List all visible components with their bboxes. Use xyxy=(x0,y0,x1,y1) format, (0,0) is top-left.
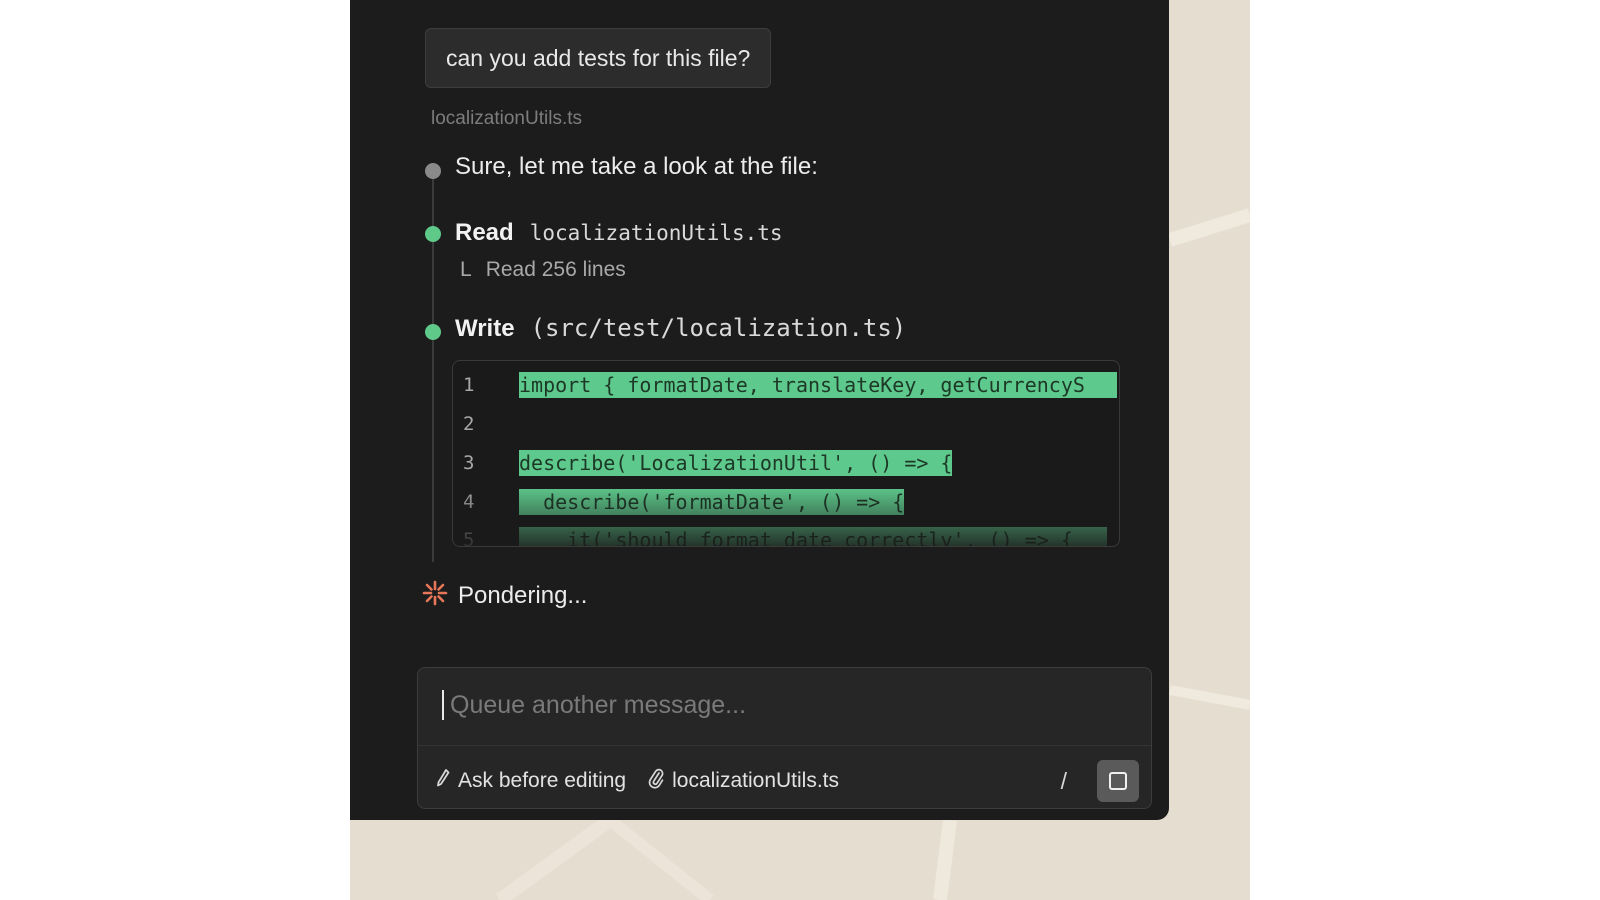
result-branch-glyph: L xyxy=(460,258,472,281)
stop-button[interactable] xyxy=(1097,760,1139,802)
added-code: it('should format date correctly', () =>… xyxy=(519,527,1107,546)
paperclip-icon xyxy=(648,767,664,795)
line-number: 1 xyxy=(463,374,475,396)
composer-divider xyxy=(418,745,1151,746)
queue-message-input[interactable]: Queue another message... xyxy=(442,688,1122,722)
read-tool-status-dot xyxy=(425,226,441,242)
write-tool-path: (src/test/localization.ts) xyxy=(530,314,907,342)
user-message-bubble: can you add tests for this file? xyxy=(425,28,772,88)
user-message-text: can you add tests for this file? xyxy=(446,44,751,71)
line-number: 2 xyxy=(463,413,475,435)
message-attachment-label[interactable]: localizationUtils.ts xyxy=(431,108,582,130)
line-number: 4 xyxy=(463,491,475,513)
line-number: 3 xyxy=(463,452,475,474)
composer-toolbar: Ask before editing localizationUtils.ts … xyxy=(436,760,1139,802)
edit-mode-toggle[interactable]: Ask before editing xyxy=(436,768,626,794)
write-tool-row[interactable]: Write (src/test/localization.ts) xyxy=(455,314,906,343)
asterisk-spinner-icon xyxy=(422,580,448,611)
write-tool-name: Write xyxy=(455,315,515,342)
composer-placeholder: Queue another message... xyxy=(450,690,747,719)
read-tool-name: Read xyxy=(455,219,514,246)
thinking-status: Pondering... xyxy=(422,580,587,611)
read-tool-result-text: Read 256 lines xyxy=(485,258,626,281)
edit-mode-label: Ask before editing xyxy=(458,769,627,792)
read-tool-row[interactable]: Read localizationUtils.ts xyxy=(455,219,783,247)
added-code: describe('LocalizationUtil', () => { xyxy=(519,450,953,476)
line-number: 5 xyxy=(463,529,475,547)
assistant-message-text: Sure, let me take a look at the file: xyxy=(455,153,818,180)
stop-square-icon xyxy=(1109,772,1127,790)
chat-panel: can you add tests for this file? localiz… xyxy=(350,0,1169,820)
context-file-name: localizationUtils.ts xyxy=(672,769,840,792)
assistant-text-dot xyxy=(425,163,441,179)
added-code: import { formatDate, translateKey, getCu… xyxy=(519,372,1117,398)
text-caret xyxy=(442,690,444,720)
added-code: describe('formatDate', () => { xyxy=(519,489,905,515)
slash-command-trigger[interactable]: / xyxy=(1061,768,1067,795)
thinking-status-label: Pondering... xyxy=(458,581,588,609)
message-composer: Queue another message... Ask before edit… xyxy=(417,667,1152,809)
pencil-icon xyxy=(436,768,450,794)
write-tool-status-dot xyxy=(425,324,441,340)
read-tool-result: L Read 256 lines xyxy=(460,258,626,282)
context-file-chip[interactable]: localizationUtils.ts xyxy=(648,767,839,795)
read-tool-file: localizationUtils.ts xyxy=(529,221,783,245)
code-diff-preview[interactable]: 1 import { formatDate, translateKey, get… xyxy=(452,360,1120,547)
